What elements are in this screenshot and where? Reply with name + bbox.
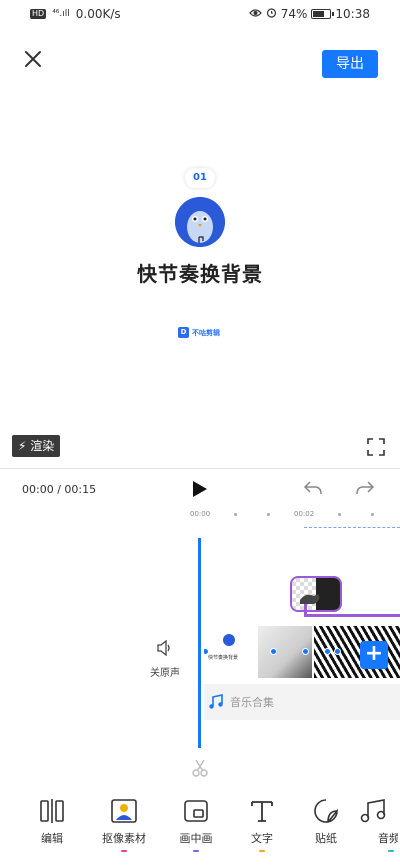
ruler-tick: 00:02 [294, 510, 315, 518]
tool-label: 画中画 [179, 832, 213, 845]
alarm-icon [266, 7, 277, 21]
tool-sticker[interactable]: 贴纸 [296, 798, 356, 852]
speaker-icon [157, 639, 170, 657]
transition-dot[interactable] [302, 648, 309, 655]
tool-cutout[interactable]: 抠像素材 [94, 798, 154, 852]
play-icon [193, 481, 207, 497]
tool-edit[interactable]: 编辑 [22, 798, 82, 852]
undo-button[interactable] [302, 478, 324, 500]
divider [0, 468, 400, 469]
network-speed: 0.00K/s [75, 7, 121, 21]
mute-original-button[interactable]: 关原声 [148, 639, 182, 679]
preview-title: 快节奏换背景 [137, 262, 263, 286]
split-bars-icon [40, 799, 64, 823]
redo-button[interactable] [354, 478, 376, 500]
fullscreen-icon [367, 438, 385, 456]
timeline-ruler[interactable]: 00:00 00:02 [190, 510, 400, 524]
tool-audio[interactable]: 音频 [358, 798, 398, 852]
music-note-icon [209, 694, 223, 709]
signal-icon: ⁴⁶.ıll [52, 9, 70, 19]
sticker-icon [314, 799, 338, 823]
battery-fill [313, 11, 325, 17]
mini-avatar-icon [223, 634, 235, 646]
tool-underline [388, 850, 394, 852]
scissors-icon [192, 759, 208, 777]
tool-label: 抠像素材 [102, 832, 146, 845]
transition-dot[interactable] [324, 648, 331, 655]
clip-index-chip: 01 [185, 168, 215, 188]
avatar [175, 197, 225, 247]
ruler-range-line [304, 527, 400, 528]
lightning-icon: ⚡ [18, 439, 27, 453]
brand-logo: D [178, 327, 189, 338]
tool-underline [193, 850, 199, 852]
tool-label: 贴纸 [315, 832, 337, 845]
shoe-sticker-icon [300, 594, 320, 604]
brand-text: 不咕剪辑 [192, 328, 220, 337]
close-icon [25, 51, 41, 67]
redo-icon [356, 481, 375, 495]
transition-dot[interactable] [270, 648, 277, 655]
music-note-icon [360, 799, 386, 823]
mute-label: 关原声 [150, 668, 180, 679]
play-button[interactable] [188, 478, 210, 500]
bird-avatar-icon [175, 197, 225, 247]
sticker-clip[interactable] [290, 576, 342, 612]
split-button[interactable] [190, 758, 210, 778]
text-t-icon [251, 801, 273, 822]
status-bar: HD ⁴⁶.ıll 0.00K/s 74% 10:38 [0, 0, 400, 28]
music-track[interactable]: 音乐合集 [204, 684, 400, 720]
sticker-track[interactable] [304, 614, 400, 617]
playhead[interactable] [198, 538, 201, 748]
title-frame-text: 快节奏换背景 [208, 655, 239, 661]
render-label: 渲染 [30, 439, 55, 453]
fullscreen-button[interactable] [366, 437, 386, 457]
tool-pip[interactable]: 画中画 [166, 798, 226, 852]
ruler-dot [234, 513, 237, 516]
tool-text[interactable]: 文字 [232, 798, 292, 852]
brand-watermark: D 不咕剪辑 [178, 327, 220, 338]
battery-icon [311, 9, 335, 19]
ruler-dot [371, 513, 374, 516]
tool-underline [49, 850, 55, 852]
picture-in-picture-icon [184, 800, 208, 822]
undo-icon [303, 481, 322, 495]
close-button[interactable] [20, 46, 46, 72]
tool-underline [323, 850, 329, 852]
ruler-tick: 00:00 [190, 510, 211, 518]
clock-time: 10:38 [335, 7, 370, 21]
tool-underline [259, 850, 265, 852]
export-button[interactable]: 导出 [322, 50, 378, 78]
bottom-toolbar: 编辑 抠像素材 画中画 文字 贴纸 音频 [0, 798, 400, 866]
battery-percent: 74% [280, 7, 308, 21]
ruler-dot [338, 513, 341, 516]
add-clip-button[interactable]: + [360, 641, 388, 669]
portrait-cutout-icon [111, 799, 137, 823]
tool-underline [121, 850, 127, 852]
hd-badge: HD [30, 9, 47, 19]
music-track-label: 音乐合集 [230, 696, 274, 709]
ruler-dot [267, 513, 270, 516]
render-button[interactable]: ⚡ 渲染 [12, 435, 61, 457]
tool-label: 音频 [378, 832, 398, 845]
tool-label: 编辑 [41, 832, 63, 845]
tool-label: 文字 [251, 832, 273, 845]
transition-dot[interactable] [334, 648, 341, 655]
time-readout: 00:00 / 00:15 [22, 483, 97, 496]
title-frame: 快节奏换背景 [204, 626, 256, 678]
eye-icon [248, 7, 262, 21]
